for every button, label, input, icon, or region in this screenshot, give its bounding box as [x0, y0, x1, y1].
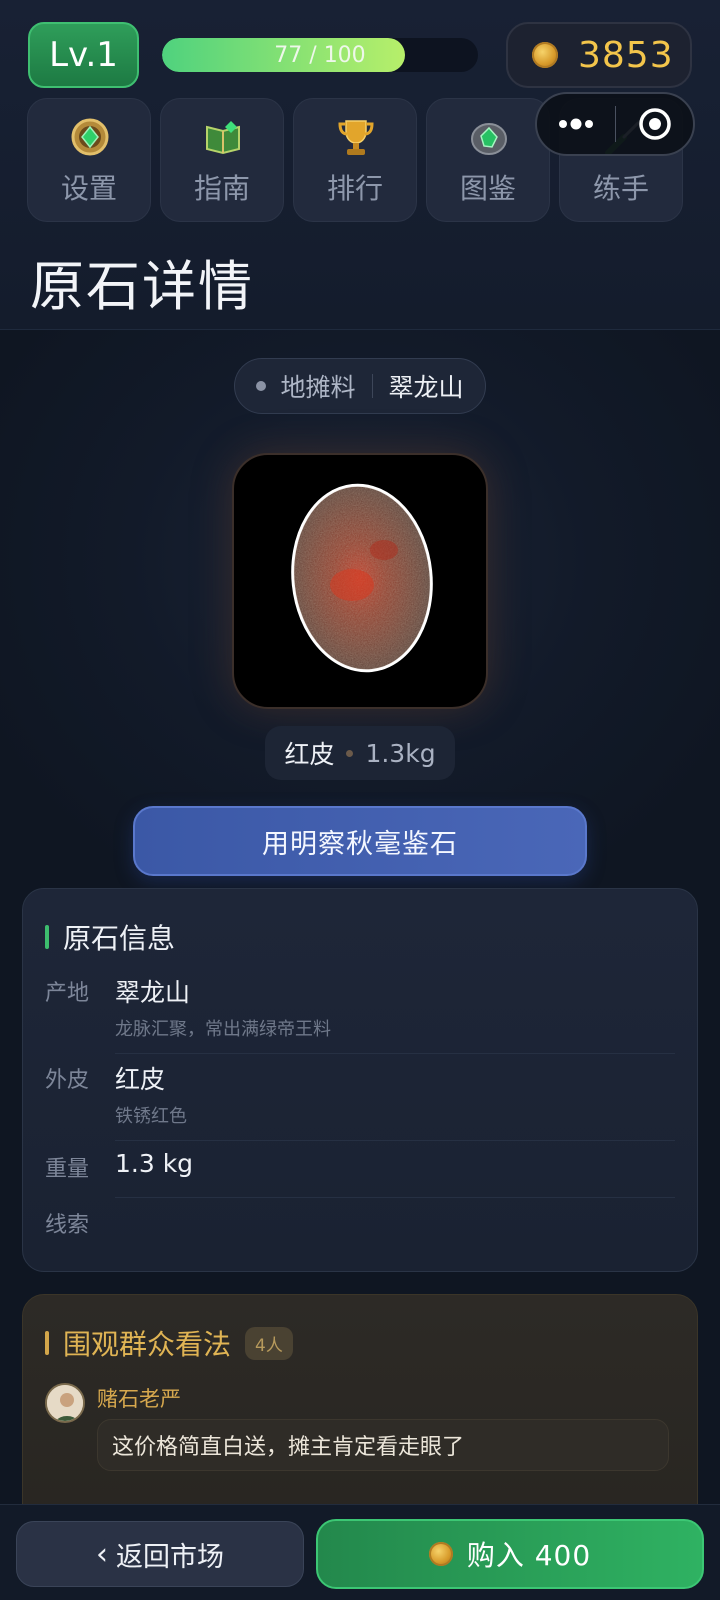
section-accent-bar	[45, 1331, 49, 1355]
bottom-action-bar: ‹ 返回市场 购入 400	[0, 1504, 720, 1600]
appraise-button[interactable]: 用明察秋毫鉴石	[133, 806, 587, 876]
top-header: Lv.1 77 / 100 3853 设置 指南 排行 图鉴 练手 原石详情	[0, 0, 720, 330]
info-row-value: 翠龙山	[115, 978, 191, 1007]
page-title: 原石详情	[30, 255, 254, 318]
rough-stone-picture	[291, 483, 433, 673]
comment-bubble: 这价格简直白送，摊主肯定看走眼了	[97, 1419, 669, 1471]
comments-count-badge: 4人	[245, 1326, 293, 1360]
comments-section-header: 围观群众看法 4人	[45, 1323, 293, 1363]
gold-coin-icon	[532, 42, 558, 68]
coin-balance-value: 3853	[578, 34, 674, 76]
avatar	[45, 1383, 85, 1423]
gem-medallion-icon	[71, 118, 109, 156]
tag-dot	[256, 381, 267, 391]
xp-progress-text: 77 / 100	[274, 42, 366, 68]
info-section-title: 原石信息	[63, 922, 176, 955]
info-row-key: 外皮	[45, 1068, 90, 1093]
buy-button-label: 购入 400	[466, 1539, 592, 1572]
close-target-icon[interactable]	[616, 94, 693, 154]
row-divider	[115, 1197, 675, 1198]
more-dots-icon[interactable]	[537, 94, 615, 154]
info-row-key: 线索	[45, 1213, 90, 1238]
commenter-name: 赌石老严	[97, 1387, 181, 1411]
stone-skin: 红皮	[284, 740, 335, 769]
stone-meta: 红皮 1.3kg	[265, 726, 455, 780]
info-row-value: 红皮	[115, 1065, 166, 1094]
miniprogram-capsule	[535, 92, 695, 156]
xp-progress-bar: 77 / 100	[162, 38, 478, 72]
nav-tile-guide[interactable]: 指南	[160, 98, 284, 222]
stone-grade: 地摊料	[280, 373, 356, 402]
info-row-sub: 龙脉汇聚，常出满绿帝王料	[115, 1019, 331, 1040]
tag-divider	[371, 374, 373, 398]
nav-tile-label: 指南	[193, 172, 250, 205]
chevron-left-icon: ‹	[96, 1536, 108, 1572]
old-man-avatar-icon	[47, 1385, 83, 1421]
meta-dot	[346, 749, 354, 757]
info-section-header: 原石信息	[45, 917, 175, 957]
stone-info-card: 原石信息 产地 翠龙山 龙脉汇聚，常出满绿帝王料 外皮 红皮 铁锈红色 重量 1…	[22, 888, 698, 1272]
comments-section-title: 围观群众看法	[63, 1328, 232, 1361]
row-divider	[115, 1140, 675, 1141]
back-to-market-button[interactable]: ‹ 返回市场	[16, 1521, 304, 1587]
level-badge: Lv.1	[28, 22, 139, 88]
nav-tile-label: 设置	[60, 172, 117, 205]
info-row-key: 产地	[45, 981, 90, 1006]
stone-weight: 1.3kg	[365, 738, 436, 768]
nav-tile-ranking[interactable]: 排行	[293, 98, 417, 222]
section-accent-bar	[45, 925, 49, 949]
nav-tile-label: 练手	[592, 172, 649, 205]
back-button-label: 返回市场	[116, 1541, 224, 1573]
info-row-value: 1.3 kg	[115, 1149, 194, 1178]
jade-stone-icon	[471, 123, 507, 155]
row-divider	[115, 1053, 675, 1054]
info-row-key: 重量	[45, 1157, 90, 1182]
coin-balance[interactable]: 3853	[506, 22, 692, 88]
nav-tile-label: 图鉴	[459, 172, 516, 205]
buy-button[interactable]: 购入 400	[316, 1519, 704, 1589]
stone-origin: 翠龙山	[388, 373, 464, 402]
stone-image	[232, 453, 488, 709]
nav-tile-settings[interactable]: 设置	[27, 98, 151, 222]
nav-tile-collection[interactable]: 图鉴	[426, 98, 550, 222]
nav-tile-label: 排行	[326, 172, 383, 205]
info-row-sub: 铁锈红色	[115, 1106, 187, 1127]
gold-coin-icon	[428, 1542, 453, 1566]
book-gem-icon	[206, 121, 240, 155]
trophy-icon	[338, 120, 374, 155]
stone-source-tag: 地摊料 翠龙山	[234, 358, 486, 414]
